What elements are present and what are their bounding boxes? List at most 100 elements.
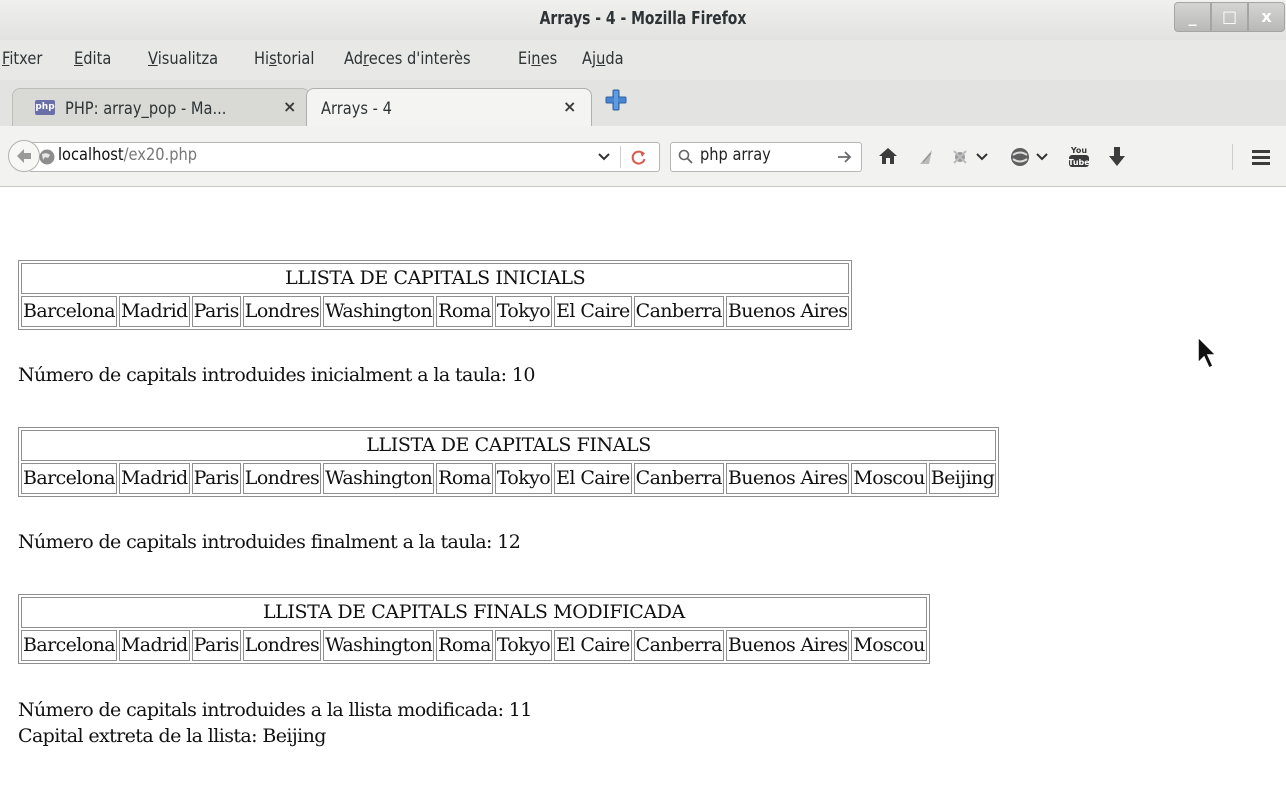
- table-row: Barcelona Madrid Paris Londres Washingto…: [21, 296, 850, 327]
- count-initial: Número de capitals introduides inicialme…: [18, 364, 535, 386]
- table-cell: Paris: [191, 463, 241, 494]
- table-cell: Roma: [436, 630, 493, 661]
- table-cell: Moscou: [851, 463, 927, 494]
- svg-text:Tube: Tube: [1068, 158, 1090, 167]
- menu-label: eces d'interès: [368, 49, 471, 69]
- menu-accel: F: [2, 49, 10, 69]
- table-cell: Buenos Aires: [725, 296, 850, 327]
- bookmark-icon[interactable]: [916, 147, 936, 167]
- menu-bar: Fitxer Edita Visualitza Historial Adrece…: [0, 40, 1286, 80]
- search-input[interactable]: php array: [700, 145, 771, 165]
- menu-label: isualitza: [157, 49, 219, 69]
- menu-historial[interactable]: Historial: [254, 49, 314, 69]
- table-cell: Buenos Aires: [725, 463, 850, 494]
- table-cell: Tokyo: [494, 630, 553, 661]
- extension-icon[interactable]: [950, 147, 972, 167]
- menu-label: itxer: [9, 49, 43, 69]
- url-text[interactable]: localhost/ex20.php: [58, 145, 197, 165]
- youtube-icon[interactable]: You Tube: [1067, 144, 1091, 170]
- capitals-table-initial: LLISTA DE CAPITALS INICIALS Barcelona Ma…: [18, 260, 853, 330]
- table-cell: El Caire: [554, 296, 632, 327]
- table-cell: Buenos Aires: [725, 630, 850, 661]
- menu-label: torial: [276, 49, 315, 69]
- table-row: Barcelona Madrid Paris Londres Washingto…: [21, 630, 927, 661]
- menu-visualitza[interactable]: Visualitza: [148, 49, 218, 69]
- menu-edita[interactable]: Edita: [74, 49, 111, 69]
- menu-label: Ad: [344, 49, 364, 69]
- table-heading: LLISTA DE CAPITALS FINALS: [21, 430, 997, 461]
- table-cell: Tokyo: [494, 463, 553, 494]
- table-heading: LLISTA DE CAPITALS FINALS MODIFICADA: [21, 597, 927, 628]
- tab-php-array-pop[interactable]: php PHP: array_pop - Ma... ×: [12, 88, 310, 126]
- minimize-button[interactable]: _: [1174, 2, 1211, 32]
- table-cell: Madrid: [118, 630, 190, 661]
- table-cell: Moscou: [851, 630, 927, 661]
- download-icon[interactable]: [1107, 145, 1127, 169]
- table-cell: Madrid: [118, 463, 190, 494]
- url-host: localhost: [58, 145, 124, 165]
- tab-strip: php PHP: array_pop - Ma... × Arrays - 4 …: [0, 80, 1286, 127]
- menu-adreces[interactable]: Adreces d'interès: [344, 49, 471, 69]
- url-divider: [620, 146, 621, 168]
- dropdown-icon[interactable]: [1035, 151, 1049, 163]
- table-cell: Paris: [191, 630, 241, 661]
- capitals-table-modified: LLISTA DE CAPITALS FINALS MODIFICADA Bar…: [18, 594, 930, 664]
- table-cell: Roma: [436, 296, 493, 327]
- page-content: LLISTA DE CAPITALS INICIALS Barcelona Ma…: [0, 187, 1286, 810]
- table-cell: Tokyo: [494, 296, 553, 327]
- back-button[interactable]: [8, 140, 40, 172]
- table-cell: Barcelona: [21, 463, 117, 494]
- table-cell: Beijing: [928, 463, 997, 494]
- tab-label: Arrays - 4: [321, 99, 392, 119]
- window-titlebar[interactable]: Arrays - 4 - Mozilla Firefox _ □ x: [0, 0, 1286, 41]
- menu-fitxer[interactable]: Fitxer: [2, 49, 42, 69]
- table-cell: Paris: [191, 296, 241, 327]
- tab-arrays-4[interactable]: Arrays - 4 ×: [306, 88, 592, 126]
- tab-close-icon[interactable]: ×: [283, 97, 296, 116]
- tab-close-icon[interactable]: ×: [563, 97, 576, 116]
- back-arrow-icon: [17, 149, 31, 163]
- menu-icon[interactable]: [1250, 147, 1272, 167]
- menu-eines[interactable]: Eines: [518, 49, 557, 69]
- table-cell: El Caire: [554, 630, 632, 661]
- search-go-icon[interactable]: [836, 149, 854, 165]
- table-cell: Londres: [242, 630, 322, 661]
- table-cell: Barcelona: [21, 296, 117, 327]
- home-icon[interactable]: [877, 146, 899, 166]
- url-path: /ex20.php: [123, 145, 198, 165]
- menu-ajuda[interactable]: Ajuda: [582, 49, 624, 69]
- reload-icon[interactable]: [630, 148, 648, 166]
- menu-label: dita: [83, 49, 112, 69]
- tab-label: PHP: array_pop - Ma...: [65, 99, 227, 119]
- table-cell: Washington: [323, 463, 435, 494]
- search-icon: [678, 149, 693, 164]
- mouse-cursor-icon: [1197, 335, 1218, 370]
- table-cell: Londres: [242, 463, 322, 494]
- table-cell: Washington: [323, 630, 435, 661]
- menu-label: Aj: [582, 49, 597, 69]
- table-heading: LLISTA DE CAPITALS INICIALS: [21, 263, 850, 294]
- pocket-icon[interactable]: [1009, 146, 1031, 168]
- toolbar-divider: [1232, 144, 1233, 170]
- menu-label: Ei: [518, 49, 532, 69]
- table-cell: Barcelona: [21, 630, 117, 661]
- table-cell: Washington: [323, 296, 435, 327]
- menu-accel: V: [148, 49, 158, 69]
- table-cell: Canberra: [633, 296, 724, 327]
- new-tab-icon[interactable]: [604, 88, 628, 112]
- table-cell: Roma: [436, 463, 493, 494]
- menu-accel: u: [596, 49, 606, 69]
- extracted-capital: Capital extreta de la llista: Beijing: [18, 725, 326, 747]
- count-final: Número de capitals introduides finalment…: [18, 531, 521, 553]
- maximize-button[interactable]: □: [1211, 2, 1248, 32]
- dropdown-icon[interactable]: [597, 151, 611, 163]
- menu-label: es: [540, 49, 558, 69]
- dropdown-icon[interactable]: [975, 151, 989, 163]
- table-cell: Londres: [242, 296, 322, 327]
- window-title: Arrays - 4 - Mozilla Firefox: [539, 8, 747, 29]
- menu-label: da: [605, 49, 624, 69]
- menu-accel: n: [531, 49, 541, 69]
- close-window-button[interactable]: x: [1248, 2, 1285, 32]
- navigation-bar: localhost/ex20.php php array You Tube: [0, 126, 1286, 187]
- count-modified: Número de capitals introduides a la llis…: [18, 699, 532, 721]
